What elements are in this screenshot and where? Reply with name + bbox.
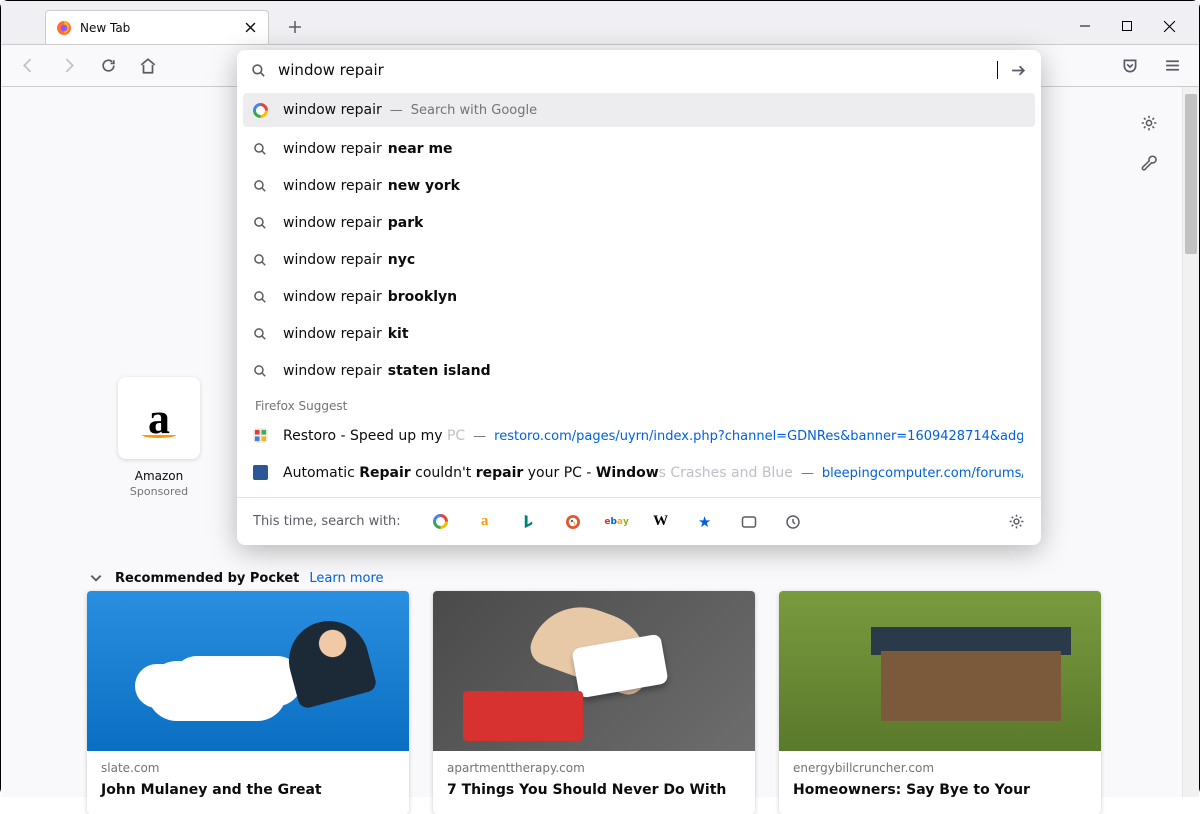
card-title: Homeowners: Say Bye to Your bbox=[779, 781, 1101, 814]
suggestions-list: window repair — Search with Google windo… bbox=[237, 93, 1041, 491]
pocket-learn-more-link[interactable]: Learn more bbox=[309, 571, 383, 586]
search-input[interactable]: window repair bbox=[278, 61, 997, 79]
search-icon bbox=[253, 179, 269, 193]
shortcut-sublabel: Sponsored bbox=[130, 485, 188, 498]
save-to-pocket-button[interactable] bbox=[1115, 51, 1145, 81]
address-bar[interactable]: window repair bbox=[237, 50, 1041, 90]
tab-title: New Tab bbox=[80, 21, 130, 35]
pocket-card[interactable]: energybillcruncher.com Homeowners: Say B… bbox=[779, 591, 1101, 814]
suggestion-item[interactable]: window repair brooklyn bbox=[237, 278, 1041, 315]
card-domain: energybillcruncher.com bbox=[779, 751, 1101, 781]
engine-amazon[interactable]: a bbox=[475, 512, 495, 532]
new-tab-button[interactable] bbox=[281, 13, 309, 41]
pocket-heading: Recommended by Pocket bbox=[115, 571, 299, 586]
suggestion-item[interactable]: window repair new york bbox=[237, 167, 1041, 204]
shortcut-amazon[interactable]: a Amazon Sponsored bbox=[118, 377, 200, 498]
back-button[interactable] bbox=[13, 51, 43, 81]
suggestion-item[interactable]: window repair near me bbox=[237, 130, 1041, 167]
chevron-down-icon[interactable] bbox=[87, 569, 105, 587]
suggestion-item[interactable]: window repair kit bbox=[237, 315, 1041, 352]
suggestion-item[interactable]: window repair staten island bbox=[237, 352, 1041, 389]
pocket-cards: slate.com John Mulaney and the Great apa… bbox=[87, 591, 1101, 814]
firefox-icon bbox=[56, 20, 72, 36]
suggestion-item[interactable]: window repair park bbox=[237, 204, 1041, 241]
pocket-card[interactable]: slate.com John Mulaney and the Great bbox=[87, 591, 409, 814]
engine-duckduckgo[interactable] bbox=[563, 512, 583, 532]
card-domain: apartmenttherapy.com bbox=[433, 751, 755, 781]
app-menu-button[interactable] bbox=[1157, 51, 1187, 81]
firefox-suggest-label: Firefox Suggest bbox=[237, 389, 1041, 417]
engine-google[interactable] bbox=[431, 512, 451, 532]
card-title: John Mulaney and the Great bbox=[87, 781, 409, 814]
engine-bing[interactable] bbox=[519, 512, 539, 532]
suggestion-item[interactable]: window repair nyc bbox=[237, 241, 1041, 278]
reload-button[interactable] bbox=[93, 51, 123, 81]
go-arrow-icon[interactable] bbox=[1010, 62, 1027, 79]
search-icon bbox=[253, 290, 269, 304]
search-engines-row: This time, search with: a ebay W ★ bbox=[237, 497, 1041, 545]
engine-bookmarks[interactable]: ★ bbox=[695, 512, 715, 532]
wrench-icon[interactable] bbox=[1139, 153, 1159, 173]
card-domain: slate.com bbox=[87, 751, 409, 781]
close-window-button[interactable] bbox=[1161, 18, 1177, 34]
suggestion-item[interactable]: window repair — Search with Google bbox=[243, 93, 1035, 127]
search-icon bbox=[251, 63, 266, 78]
firefox-suggest-item[interactable]: Automatic Repair couldn't repair your PC… bbox=[237, 454, 1041, 491]
shortcut-label: Amazon bbox=[135, 469, 184, 483]
restoro-icon bbox=[253, 428, 269, 443]
gear-icon[interactable] bbox=[1139, 113, 1159, 133]
search-settings-icon[interactable] bbox=[1008, 513, 1025, 530]
engines-label: This time, search with: bbox=[253, 514, 401, 529]
engine-tabs[interactable] bbox=[739, 512, 759, 532]
pocket-card[interactable]: apartmenttherapy.com 7 Things You Should… bbox=[433, 591, 755, 814]
window-controls bbox=[1077, 18, 1191, 34]
search-icon bbox=[253, 216, 269, 230]
scrollbar[interactable] bbox=[1182, 87, 1199, 797]
bleeping-icon bbox=[253, 465, 269, 480]
forward-button[interactable] bbox=[53, 51, 83, 81]
address-bar-dropdown: window repair window repair — Search wit… bbox=[237, 50, 1041, 545]
firefox-suggest-item[interactable]: Restoro - Speed up my PC — restoro.com/p… bbox=[237, 417, 1041, 454]
search-icon bbox=[253, 327, 269, 341]
home-button[interactable] bbox=[133, 51, 163, 81]
google-icon bbox=[253, 103, 269, 118]
engine-ebay[interactable]: ebay bbox=[607, 512, 627, 532]
engine-history[interactable] bbox=[783, 512, 803, 532]
search-icon bbox=[253, 142, 269, 156]
maximize-button[interactable] bbox=[1119, 18, 1135, 34]
card-title: 7 Things You Should Never Do With bbox=[433, 781, 755, 814]
search-icon bbox=[253, 253, 269, 267]
titlebar: New Tab bbox=[1, 1, 1199, 45]
pocket-header: Recommended by Pocket Learn more bbox=[87, 569, 384, 587]
search-icon bbox=[253, 364, 269, 378]
browser-tab[interactable]: New Tab bbox=[45, 10, 269, 44]
minimize-button[interactable] bbox=[1077, 18, 1093, 34]
engine-wikipedia[interactable]: W bbox=[651, 512, 671, 532]
close-icon[interactable] bbox=[242, 20, 258, 36]
